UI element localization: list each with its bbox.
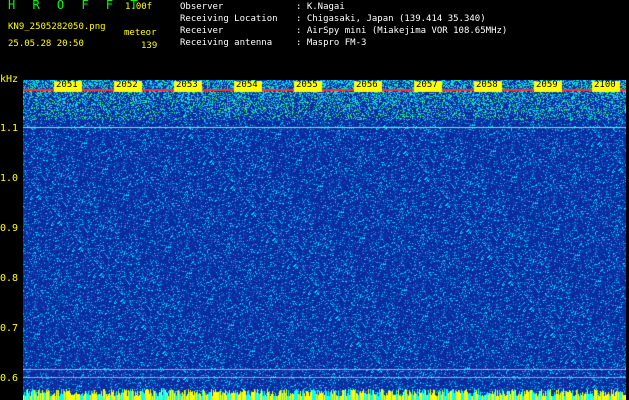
y-tick-label: 0.8 xyxy=(0,273,19,284)
time-mark: 2052 xyxy=(116,80,138,90)
time-mark: 2056 xyxy=(356,80,378,90)
info-label-location: Receiving Location xyxy=(180,14,278,24)
info-label-receiver: Receiver xyxy=(180,26,224,36)
version-label: 1.00f xyxy=(125,2,153,12)
info-value-location: : Chigasaki, Japan (139.414 35.340) xyxy=(296,14,486,24)
info-value-receiver: : AirSpy mini (Miakejima VOR 108.65MHz) xyxy=(296,26,508,36)
y-tick-label: 0.9 xyxy=(0,223,19,234)
time-mark: 2054 xyxy=(236,80,258,90)
mode-label: meteor xyxy=(124,28,157,38)
time-mark: 2055 xyxy=(296,80,318,90)
file-name: KN9_2505282050.png xyxy=(8,22,106,32)
info-value-observer: : K.Nagai xyxy=(296,2,345,12)
time-mark: 2058 xyxy=(476,80,498,90)
y-tick-label: 1.0 xyxy=(0,173,19,184)
time-mark: 2053 xyxy=(176,80,198,90)
datetime-label: 25.05.28 20:50 xyxy=(8,39,84,49)
y-tick-label: 0.7 xyxy=(0,323,19,334)
y-tick-label: 0.6 xyxy=(0,373,19,384)
spectrogram-canvas xyxy=(23,80,626,400)
y-axis-unit: kHz xyxy=(0,74,19,85)
info-label-observer: Observer xyxy=(180,2,224,12)
y-tick-label: 1.1 xyxy=(0,123,19,134)
spectrogram-plot xyxy=(23,80,626,400)
time-mark: 2057 xyxy=(416,80,438,90)
time-mark: 2051 xyxy=(56,80,78,90)
meteor-count: 139 xyxy=(141,41,158,51)
time-mark: 2100 xyxy=(594,80,616,90)
info-label-antenna: Receiving antenna xyxy=(180,38,273,48)
app-title: H R O F F T xyxy=(8,0,143,12)
info-value-antenna: : Maspro FM-3 xyxy=(296,38,367,48)
time-mark: 2059 xyxy=(536,80,558,90)
